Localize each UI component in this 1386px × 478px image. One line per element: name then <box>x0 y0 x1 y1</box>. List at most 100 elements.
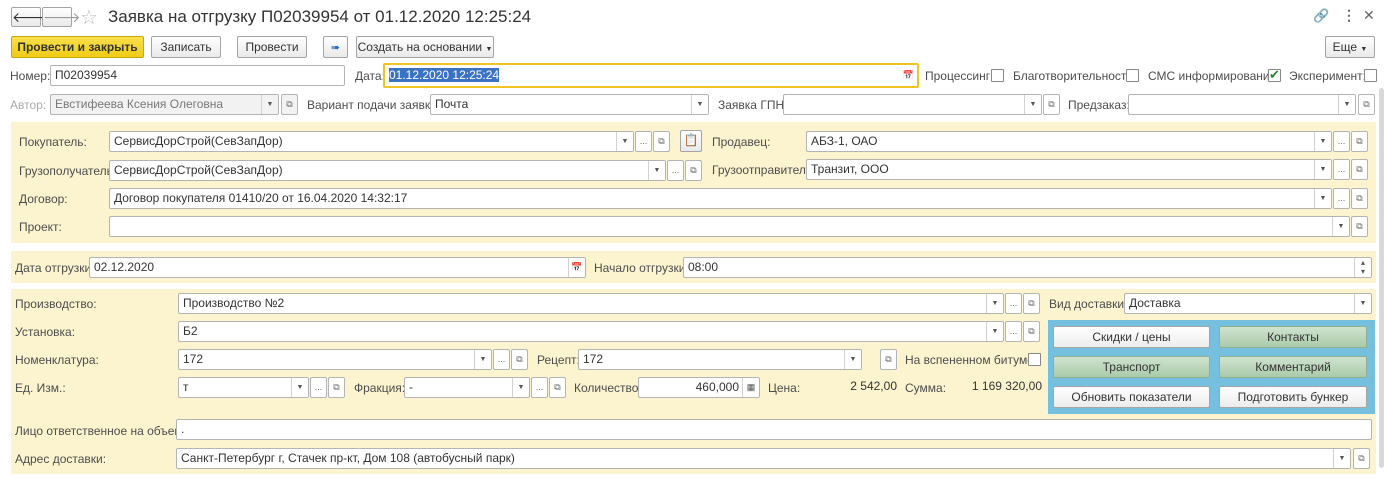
dropdown-icon[interactable] <box>512 378 529 397</box>
close-icon[interactable]: ✕ <box>1363 7 1375 24</box>
recipe-field[interactable]: 172 <box>578 349 862 370</box>
post-button[interactable]: Провести <box>237 36 307 58</box>
seller-field[interactable]: АБЗ-1, ОАО <box>806 131 1332 152</box>
contract-open-button[interactable]: ⧉ <box>1351 188 1368 209</box>
comment-button[interactable]: Комментарий <box>1219 356 1367 378</box>
dropdown-icon[interactable] <box>291 378 308 397</box>
buyer-select-button[interactable]: ... <box>635 131 652 152</box>
contract-select-button[interactable]: ... <box>1333 188 1350 209</box>
shipper-open-button[interactable]: ⧉ <box>1351 159 1368 180</box>
dropdown-icon[interactable] <box>691 95 708 114</box>
qty-field[interactable]: 460,000 ▦ <box>638 377 760 398</box>
create-based-button[interactable]: Создать на основании ▼ <box>356 36 494 58</box>
recipe-label: Рецепт: <box>537 353 580 367</box>
sum-label: Сумма: <box>905 381 947 395</box>
date-field[interactable]: 01.12.2020 12:25:24 📅 <box>383 63 919 88</box>
gpn-field[interactable] <box>783 94 1042 115</box>
seller-select-button[interactable]: ... <box>1333 131 1350 152</box>
experiment-checkbox[interactable] <box>1364 69 1377 82</box>
fraction-field[interactable]: - <box>404 377 530 398</box>
number-field[interactable]: П02039954 <box>50 65 345 86</box>
dropdown-icon[interactable] <box>1332 217 1349 236</box>
consignee-select-button[interactable]: ... <box>667 160 684 181</box>
shipper-field[interactable]: Транзит, ООО <box>806 159 1332 180</box>
sms-checkbox[interactable] <box>1268 67 1281 83</box>
link-icon[interactable]: 🔗 <box>1313 8 1329 24</box>
production-select-button[interactable]: ... <box>1005 293 1022 314</box>
post-and-close-button[interactable]: Провести и закрыть <box>11 36 144 58</box>
more-icon[interactable]: ⋮ <box>1342 7 1356 24</box>
plant-label: Установка: <box>15 325 76 339</box>
unit-open-button[interactable]: ⧉ <box>328 377 345 398</box>
address-open-button[interactable]: ⧉ <box>1353 448 1370 469</box>
refresh-button[interactable]: Обновить показатели <box>1053 386 1210 408</box>
preorder-open-button[interactable]: ⧉ <box>1358 94 1375 115</box>
buyer-open-button[interactable]: ⧉ <box>653 131 670 152</box>
preorder-field[interactable] <box>1128 94 1356 115</box>
shipment-start-field[interactable]: 08:00 ▴ ▾ <box>683 257 1372 278</box>
nomenclature-open-button[interactable]: ⧉ <box>511 349 528 370</box>
gpn-open-button[interactable]: ⧉ <box>1043 94 1060 115</box>
production-open-button[interactable]: ⧉ <box>1023 293 1040 314</box>
responsible-field[interactable]: . <box>176 419 1372 440</box>
charity-checkbox[interactable] <box>1126 69 1139 82</box>
production-field[interactable]: Производство №2 <box>178 293 1004 314</box>
spinner-icon[interactable]: ▴ ▾ <box>1354 258 1371 277</box>
calendar-icon[interactable]: 📅 <box>568 258 585 277</box>
star-icon[interactable]: ☆ <box>80 5 98 30</box>
dropdown-icon[interactable] <box>844 350 861 369</box>
unit-label: Ед. Изм.: <box>15 381 66 395</box>
nomenclature-field[interactable]: 172 <box>178 349 492 370</box>
dropdown-icon[interactable] <box>1314 189 1331 208</box>
unit-field[interactable]: т <box>178 377 309 398</box>
forward-button[interactable]: 🡒 <box>42 7 81 27</box>
seller-open-button[interactable]: ⧉ <box>1351 131 1368 152</box>
delivery-type-field[interactable]: Доставка <box>1124 293 1372 314</box>
contract-field[interactable]: Договор покупателя 01410/20 от 16.04.202… <box>109 188 1332 209</box>
author-open-button[interactable]: ⧉ <box>281 94 298 115</box>
dropdown-icon[interactable] <box>1354 294 1371 313</box>
dropdown-icon[interactable] <box>648 161 665 180</box>
copy-icon[interactable]: 📋 <box>680 130 702 152</box>
dropdown-icon[interactable] <box>616 132 633 151</box>
variant-field[interactable]: Почта <box>430 94 709 115</box>
bunker-button[interactable]: Подготовить бункер <box>1219 386 1367 408</box>
unit-select-button[interactable]: ... <box>310 377 327 398</box>
consignee-open-button[interactable]: ⧉ <box>685 160 702 181</box>
forward-icon: 🡒 <box>43 9 81 25</box>
dropdown-icon[interactable] <box>1314 132 1331 151</box>
project-open-button[interactable]: ⧉ <box>1351 216 1368 237</box>
dropdown-icon[interactable] <box>474 350 491 369</box>
plant-open-button[interactable]: ⧉ <box>1023 321 1040 342</box>
shipment-date-field[interactable]: 02.12.2020 📅 <box>89 257 586 278</box>
dropdown-icon[interactable] <box>986 294 1003 313</box>
transport-button[interactable]: Транспорт <box>1053 356 1210 378</box>
fraction-select-button[interactable]: ... <box>531 377 548 398</box>
project-field[interactable] <box>109 216 1350 237</box>
shipper-select-button[interactable]: ... <box>1333 159 1350 180</box>
address-field[interactable]: Санкт-Петербург г, Стачек пр-кт, Дом 108… <box>176 448 1351 469</box>
scrollbar[interactable] <box>1379 88 1384 468</box>
buyer-field[interactable]: СервисДорСтрой(СевЗапДор) <box>109 131 634 152</box>
dropdown-icon[interactable] <box>1314 160 1331 179</box>
calculator-icon[interactable]: ▦ <box>742 378 759 397</box>
discounts-button[interactable]: Скидки / цены <box>1053 326 1210 348</box>
plant-field[interactable]: Б2 <box>178 321 1004 342</box>
back-button[interactable]: 🡐 <box>11 7 50 27</box>
processing-checkbox[interactable] <box>991 69 1004 82</box>
plant-select-button[interactable]: ... <box>1005 321 1022 342</box>
dropdown-icon[interactable] <box>986 322 1003 341</box>
dropdown-icon[interactable] <box>1338 95 1355 114</box>
more-button[interactable]: Еще ▼ <box>1325 36 1375 58</box>
dropdown-icon[interactable] <box>1024 95 1041 114</box>
recipe-open-button[interactable]: ⧉ <box>880 349 897 370</box>
dropdown-icon[interactable] <box>1333 449 1350 468</box>
consignee-field[interactable]: СервисДорСтрой(СевЗапДор) <box>109 160 666 181</box>
calendar-icon[interactable]: 📅 <box>900 65 917 86</box>
post-move-button[interactable]: ➠ <box>323 36 348 58</box>
contacts-button[interactable]: Контакты <box>1219 326 1367 348</box>
foamed-checkbox[interactable] <box>1028 353 1041 366</box>
fraction-open-button[interactable]: ⧉ <box>549 377 566 398</box>
nomenclature-select-button[interactable]: ... <box>493 349 510 370</box>
save-button[interactable]: Записать <box>151 36 221 58</box>
